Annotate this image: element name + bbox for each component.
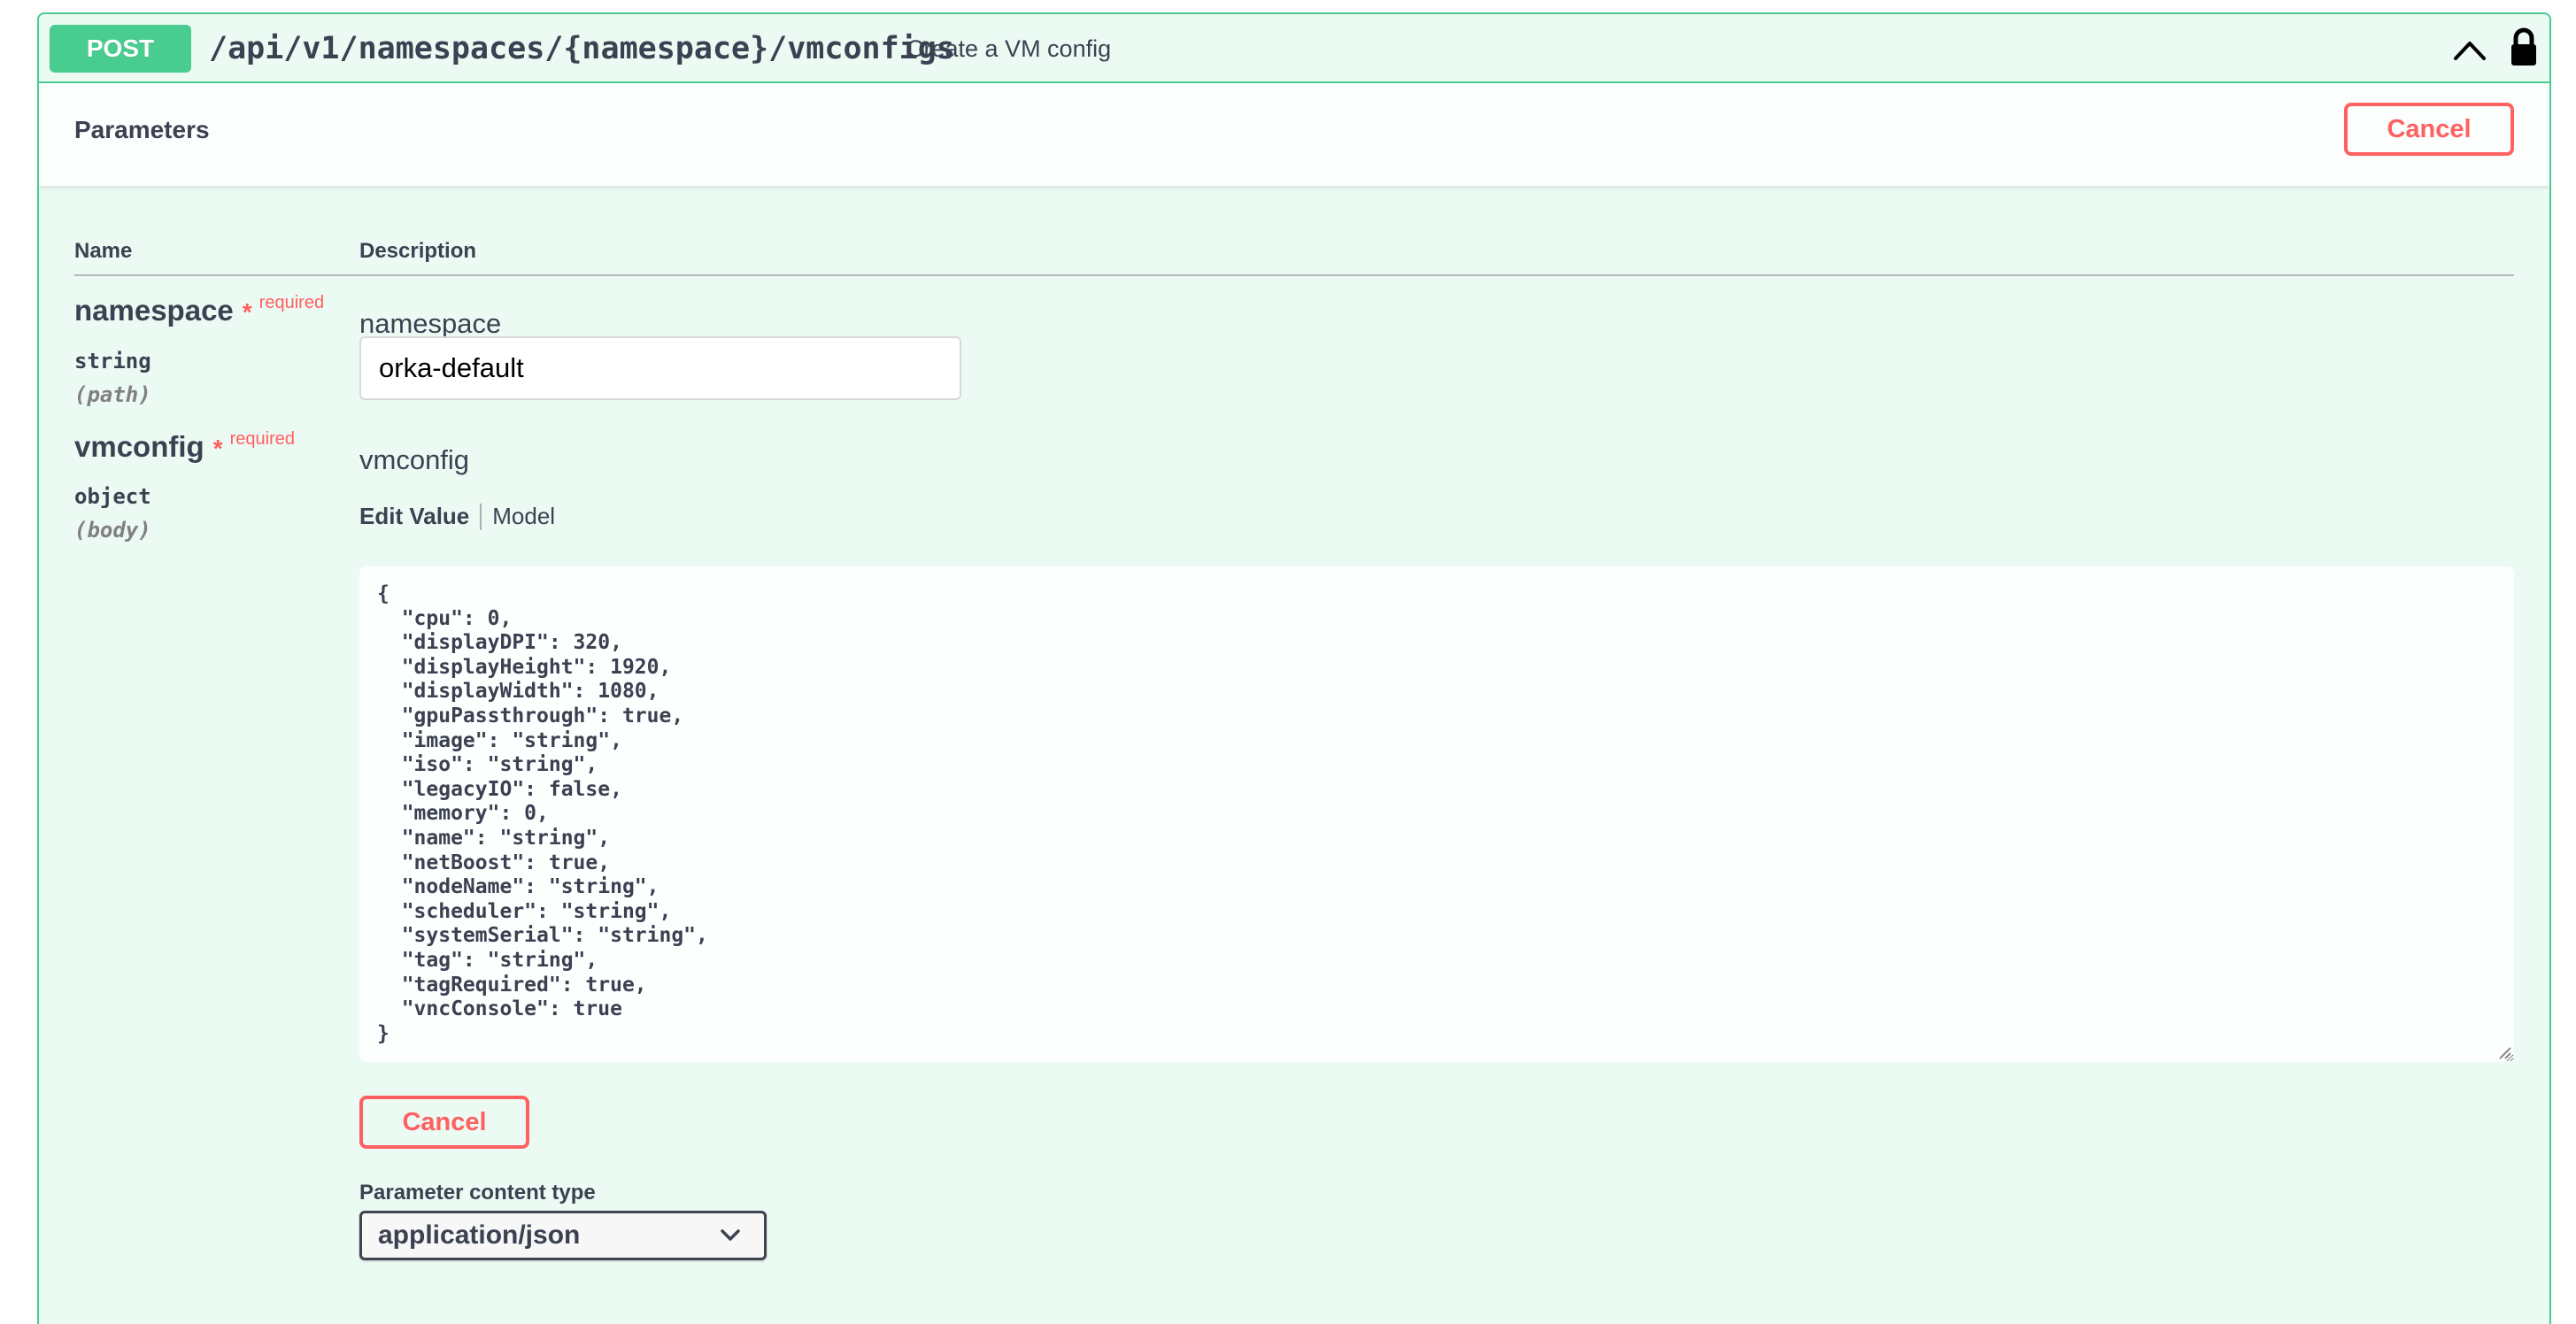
lock-icon[interactable]	[2509, 27, 2539, 67]
column-header-name: Name	[74, 239, 133, 263]
param-in-namespace: (path)	[74, 382, 151, 407]
required-label: required	[258, 293, 325, 312]
header-divider	[74, 274, 2514, 276]
operation-summary[interactable]: POST /api/v1/namespaces/{namespace}/vmco…	[39, 14, 2549, 83]
method-badge: POST	[50, 25, 191, 73]
parameters-title: Parameters	[74, 116, 210, 143]
operation-block: POST /api/v1/namespaces/{namespace}/vmco…	[37, 12, 2551, 1324]
content-type-value: application/json	[378, 1220, 581, 1250]
required-star: *	[212, 435, 223, 462]
operation-path: /api/v1/namespaces/{namespace}/vmconfigs	[209, 31, 955, 66]
body-tabs: Edit Value Model	[359, 503, 555, 530]
content-type-select[interactable]: application/json	[359, 1211, 767, 1260]
param-name-vmconfig: vmconfig * required	[74, 429, 295, 463]
content-type-label: Parameter content type	[359, 1181, 596, 1205]
operation-summary-text: Create a VM config	[906, 35, 1112, 62]
tab-model[interactable]: Model	[492, 503, 555, 530]
chevron-up-icon[interactable]	[2450, 32, 2489, 67]
param-type-namespace: string	[74, 349, 151, 373]
tab-edit-value[interactable]: Edit Value	[359, 503, 469, 530]
tab-separator	[480, 503, 482, 530]
namespace-input[interactable]	[359, 336, 961, 400]
param-type-vmconfig: object	[74, 484, 151, 509]
param-description-vmconfig: vmconfig	[359, 444, 470, 475]
column-header-description: Description	[359, 239, 477, 263]
cancel-body-button[interactable]: Cancel	[359, 1096, 529, 1149]
request-body-editor[interactable]: { "cpu": 0, "displayDPI": 320, "displayH…	[359, 566, 2514, 1062]
chevron-down-icon	[721, 1229, 740, 1241]
parameters-header: Parameters Cancel	[39, 83, 2549, 186]
cancel-try-out-button[interactable]: Cancel	[2344, 103, 2514, 156]
resize-handle-icon[interactable]	[2496, 1044, 2512, 1060]
param-description-namespace: namespace	[359, 308, 502, 339]
required-label: required	[229, 429, 295, 449]
param-in-vmconfig: (body)	[74, 518, 151, 543]
param-name-namespace: namespace * required	[74, 293, 325, 327]
required-star: *	[242, 298, 252, 326]
